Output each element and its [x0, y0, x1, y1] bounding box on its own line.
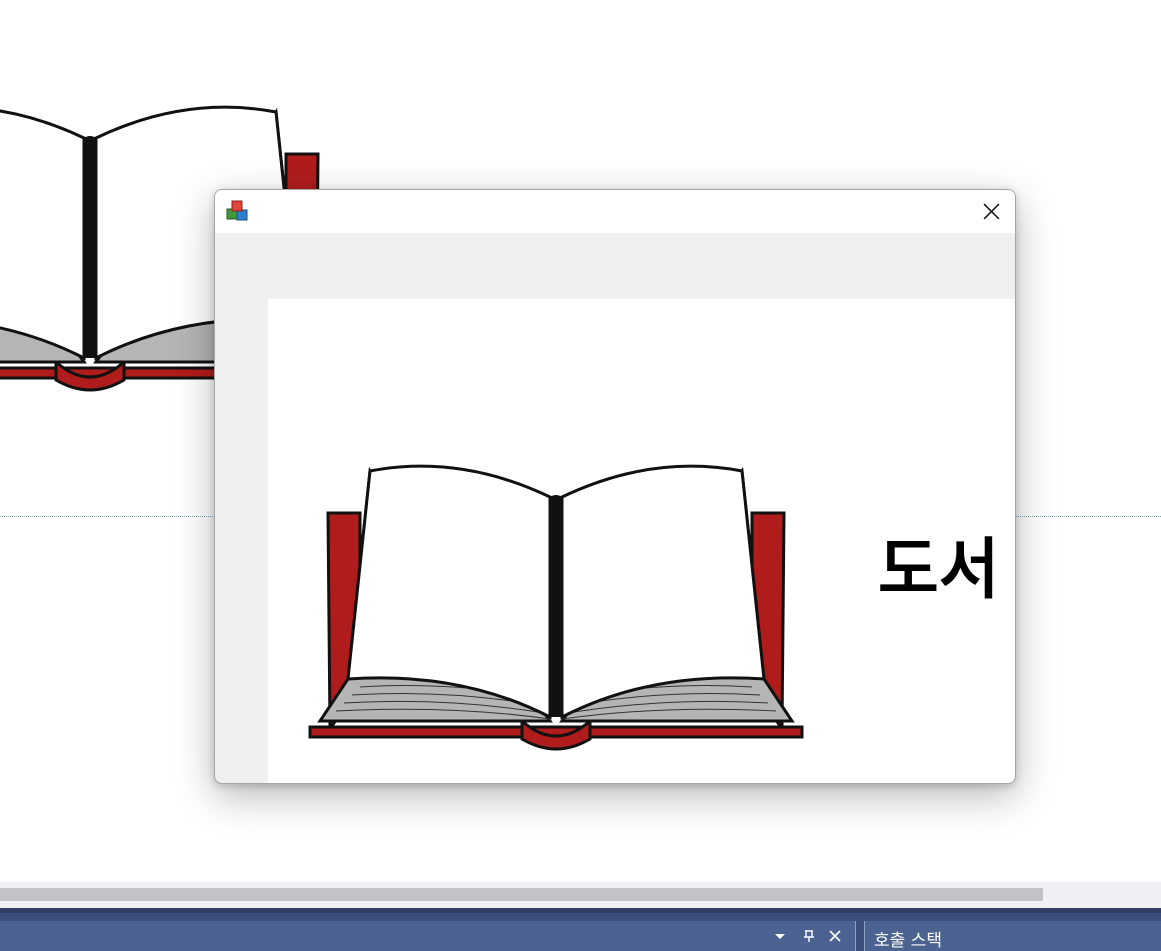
open-book-image	[308, 464, 804, 751]
scrollbar-thumb[interactable]	[0, 888, 1043, 901]
call-stack-title[interactable]: 호출 스택	[874, 926, 942, 951]
pin-button[interactable]	[797, 921, 821, 951]
pin-icon	[804, 930, 814, 942]
dropdown-arrow-icon	[775, 934, 785, 939]
tool-window-strip	[0, 908, 1161, 913]
tool-window-left-pane	[0, 921, 856, 951]
pane-close-button[interactable]	[823, 921, 847, 951]
colored-cubes-icon	[226, 200, 248, 221]
content-panel: 도서	[268, 299, 1015, 783]
title-bar[interactable]	[215, 190, 1015, 233]
horizontal-scrollbar[interactable]	[0, 882, 1161, 908]
form-window[interactable]: 도서	[214, 189, 1016, 784]
dropdown-arrow-button[interactable]	[768, 921, 792, 951]
close-button[interactable]	[967, 190, 1015, 233]
tool-window-bar: 호출 스택	[0, 908, 1161, 951]
form-heading: 도서	[878, 531, 1000, 608]
close-icon	[983, 203, 999, 220]
close-icon	[829, 930, 841, 942]
call-stack-pane[interactable]: 호출 스택	[864, 921, 1161, 951]
